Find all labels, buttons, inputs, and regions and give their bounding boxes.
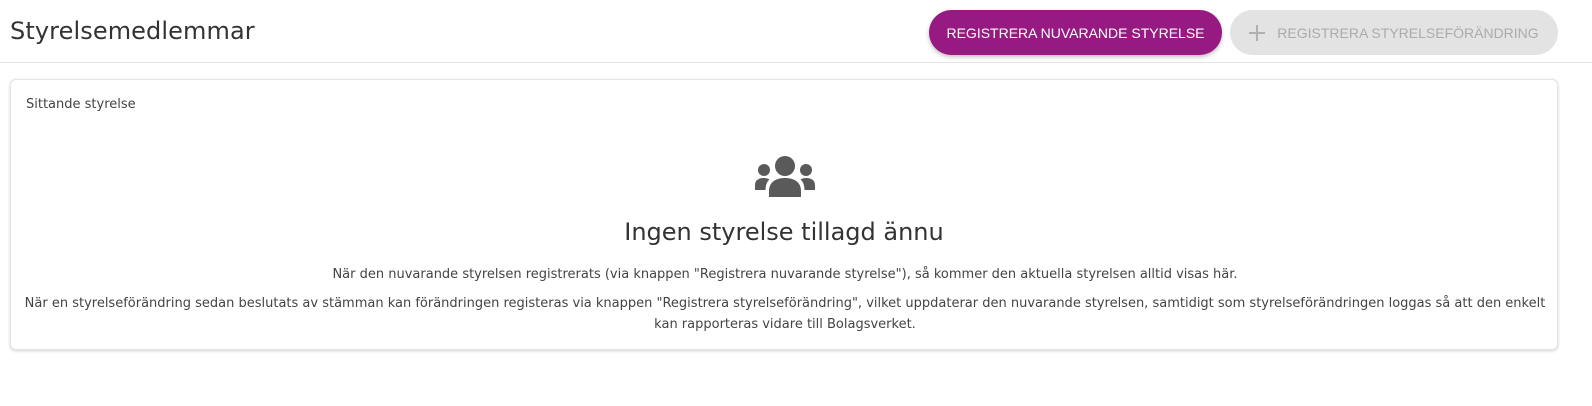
- empty-state-text: När den nuvarande styrelsen registrerats…: [332, 267, 1238, 282]
- page-title: Styrelsemedlemmar: [10, 17, 255, 45]
- empty-state-text: När en styrelseförändring sedan beslutat…: [24, 296, 1546, 332]
- users-group-icon: [755, 156, 815, 197]
- current-board-card: Sittande styrelse Ingen styrelse tillagd…: [10, 79, 1558, 350]
- card-label: Sittande styrelse: [26, 97, 136, 112]
- register-board-change-label: REGISTRERA STYRELSEFÖRÄNDRING: [1277, 24, 1539, 41]
- page-header: Styrelsemedlemmar REGISTRERA NUVARANDE S…: [0, 0, 1592, 63]
- empty-state-title: Ingen styrelse tillagd ännu: [624, 218, 944, 246]
- plus-icon: [1249, 24, 1266, 41]
- register-current-board-button[interactable]: REGISTRERA NUVARANDE STYRELSE: [929, 10, 1222, 55]
- register-current-board-label: REGISTRERA NUVARANDE STYRELSE: [946, 24, 1205, 41]
- register-board-change-button: REGISTRERA STYRELSEFÖRÄNDRING: [1230, 10, 1558, 55]
